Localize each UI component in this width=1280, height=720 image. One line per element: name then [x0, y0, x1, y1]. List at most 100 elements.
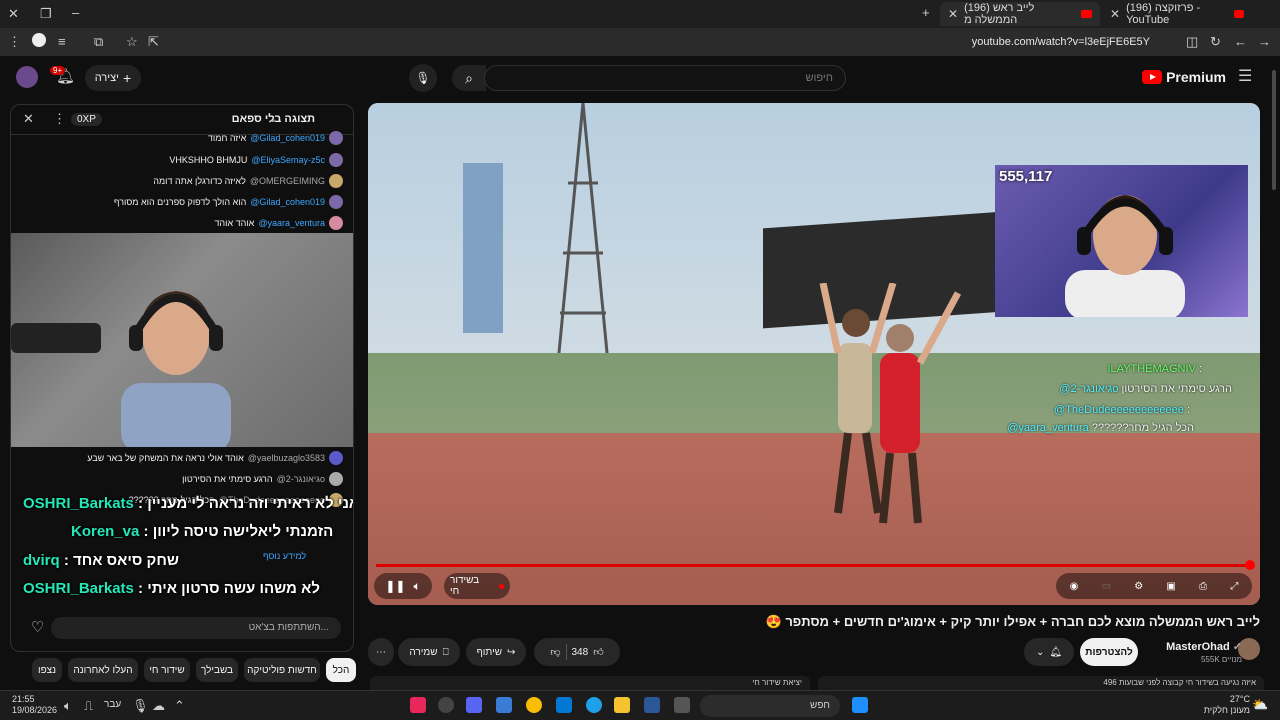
settings-gear-icon[interactable]: ⚙ [1134, 581, 1143, 592]
chat-menu-dots-icon[interactable]: ⋮ [53, 112, 66, 126]
reading-list-icon[interactable]: ≡ [58, 35, 66, 49]
channel-name[interactable]: MasterOhad ✓ [1166, 640, 1242, 653]
photos-icon[interactable] [496, 697, 512, 713]
chip-for-you[interactable]: בשבילך [196, 658, 238, 682]
live-indicator[interactable]: בשידור חי [444, 573, 510, 599]
task-view-icon[interactable] [674, 697, 690, 713]
file-explorer-icon[interactable] [614, 697, 630, 713]
weather-cloud-icon: ⛅ [1252, 697, 1269, 712]
notifications-button[interactable]: ⌄ 🔔︎ [1024, 638, 1074, 666]
weather-widget[interactable]: 27°C מעונן חלקית [1204, 694, 1250, 716]
like-icon[interactable]: 👍︎ [593, 646, 603, 658]
overlay-chat-name: ILAYTHEMAGNIV [1107, 363, 1196, 375]
chat-message: איזה חמוד @Gilad_cohen019 [208, 131, 343, 145]
chrome-icon[interactable] [526, 697, 542, 713]
store-icon[interactable] [556, 697, 572, 713]
reload-icon[interactable]: ↻ [1210, 35, 1221, 49]
discord-icon[interactable] [466, 697, 482, 713]
taskbar-search[interactable]: חפש [700, 695, 840, 717]
progress-bar[interactable] [376, 564, 1252, 567]
message-author[interactable]: @Gilad_cohen019 [250, 197, 325, 207]
heart-icon[interactable]: ♡ [31, 620, 44, 635]
close-tab-icon[interactable]: ✕ [1110, 7, 1120, 21]
cast-icon[interactable]: ⎙ [1199, 581, 1207, 592]
search-input[interactable] [485, 66, 845, 90]
new-tab-icon[interactable]: + [922, 6, 930, 20]
youtube-favicon-icon [1233, 10, 1244, 18]
edge-icon[interactable] [586, 697, 602, 713]
bookmark-star-icon[interactable]: ☆ [126, 35, 138, 49]
back-icon[interactable]: → [1258, 35, 1271, 49]
more-actions-button[interactable]: ⋯ [368, 638, 394, 666]
chevron-down-icon[interactable]: ⌄ [269, 113, 277, 127]
volume-icon[interactable]: 🔈︎ [64, 699, 72, 713]
split-view-icon[interactable]: ◫ [1186, 35, 1198, 49]
message-author[interactable]: @yaara_ventura [258, 218, 325, 228]
tray-chevron-icon[interactable]: ⌃ [174, 699, 185, 713]
tab-active[interactable]: ✕ (196) לייב ראש הממשלה מ [940, 2, 1100, 26]
minimize-window-icon[interactable]: – [72, 6, 79, 20]
hamburger-menu-icon[interactable]: ☰ [1238, 69, 1252, 85]
pause-icon[interactable]: ❚❚ [385, 579, 405, 593]
share-button[interactable]: שיתוף ↪ [466, 638, 526, 666]
subscribe-button[interactable]: להצטרפות [1080, 638, 1138, 666]
input-language[interactable]: עבר [104, 699, 121, 710]
chip-all[interactable]: הכל [326, 658, 356, 682]
message-author[interactable]: @EliyaSemay-z5c [251, 155, 325, 165]
scrollbar-thumb[interactable] [1272, 70, 1276, 190]
message-author[interactable]: @OMERGEIMING [250, 176, 325, 186]
mic-tray-icon[interactable]: 🎙︎ [132, 699, 149, 713]
clock[interactable]: 21:55 19/08/2026 [12, 694, 57, 716]
account-avatar[interactable] [16, 66, 38, 88]
progress-scrubber[interactable] [1245, 560, 1255, 570]
message-author[interactable]: @גיאונגר-2o [277, 474, 325, 484]
extensions-icon[interactable]: ⧉ [94, 35, 103, 49]
miniplayer-icon[interactable]: ▣ [1166, 581, 1175, 592]
autoplay-toggle-icon[interactable]: ◉ [1070, 581, 1079, 592]
overlay-chat-name: OSHRI_Barkats [23, 580, 134, 597]
close-window-icon[interactable]: ✕ [8, 7, 19, 21]
save-button[interactable]: שמירה ⎕ [398, 638, 460, 666]
chat-input[interactable]: השתתפות בצ'אט... [51, 617, 341, 639]
message-author[interactable]: @yaelbuzaglo3583 [248, 453, 325, 463]
search-icon: ⌕ [465, 69, 473, 86]
obs-icon[interactable] [438, 697, 454, 713]
chat-message: לאיזה כדורגלן אתה דומה @OMERGEIMING [153, 174, 343, 188]
close-tab-icon[interactable]: ✕ [948, 7, 958, 21]
url-text[interactable]: youtube.com/watch?v=l3eEjFE6E5Y [972, 36, 1150, 48]
stream-overlay-chat-line: OSHRI_Barkats : אני לא ראיתי וזה נראה לי… [23, 495, 353, 512]
profile-icon[interactable] [32, 33, 46, 47]
windows-taskbar: 21:55 19/08/2026 🔈︎ ⎍ עבר 🎙︎ ☁ ⌃ חפש 27°… [0, 690, 1280, 720]
weather-app-icon[interactable] [644, 697, 660, 713]
learn-more-link[interactable]: למידע נוסף [263, 551, 306, 561]
chip-recently-uploaded[interactable]: העלו לאחרונה [68, 658, 138, 682]
install-app-icon[interactable]: ⇱ [148, 35, 159, 49]
volume-icon[interactable]: 🔈︎ [413, 579, 420, 594]
subtitles-icon[interactable]: ▭ [1102, 581, 1111, 592]
chip-watched[interactable]: נצפו [32, 658, 62, 682]
voice-search-button[interactable]: 🎙︎ [409, 64, 437, 92]
restore-window-icon[interactable]: ❐ [40, 7, 52, 21]
overlay-chat-name: dvirq [23, 552, 60, 569]
xp-badge[interactable]: 0XP [71, 113, 102, 126]
youtube-premium-logo[interactable]: Premium [1142, 69, 1226, 85]
dislike-icon[interactable]: 👎︎ [550, 646, 560, 658]
message-author[interactable]: @Gilad_cohen019 [250, 133, 325, 143]
network-icon[interactable]: ⎍ [84, 699, 93, 713]
chip-politics-news[interactable]: חדשות פוליטיקה [244, 658, 320, 682]
create-button[interactable]: יצירה + [85, 65, 141, 91]
menu-dots-icon[interactable]: ⋮ [8, 35, 21, 49]
fullscreen-icon[interactable]: ⤢ [1230, 581, 1238, 592]
recommendation-item[interactable]: 496 איזה נגיעה בשידור חי קבוצה לפני שבוע… [818, 676, 1264, 690]
recommendation-item[interactable]: יציאת שידור חי [370, 676, 810, 690]
video-player[interactable]: 555,117 ILAYTHEMAGNIV : @גיאונגר-2o הרגע… [368, 103, 1260, 605]
search-button[interactable]: ⌕ [452, 65, 486, 91]
chip-live[interactable]: שידור חי [144, 658, 190, 682]
forward-icon[interactable]: ← [1234, 35, 1247, 49]
page-scrollbar[interactable] [1270, 60, 1278, 690]
tiktok-icon[interactable] [410, 697, 426, 713]
tab-inactive[interactable]: ✕ (196) פרזוקצה - YouTube [1102, 2, 1252, 26]
windows-start-icon[interactable] [852, 697, 868, 713]
onedrive-icon[interactable]: ☁ [152, 699, 165, 713]
close-chat-icon[interactable]: ✕ [23, 112, 34, 126]
